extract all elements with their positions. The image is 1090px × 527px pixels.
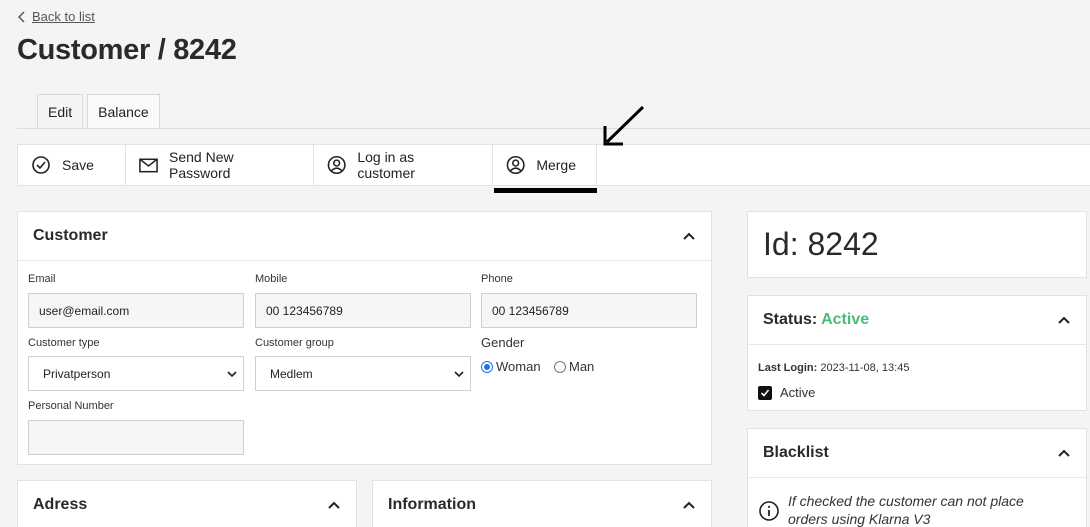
log-in-as-customer-label: Log in as customer [357,149,415,181]
send-new-password-label: Send New Password [169,149,234,181]
user-circle-icon [506,155,525,175]
blacklist-info: If checked the customer can not place or… [758,492,1024,527]
chevron-up-icon[interactable] [327,498,341,512]
page-title: Customer / 8242 [17,34,237,66]
customer-group-label: Customer group [255,337,334,349]
customer-panel-header[interactable]: Customer [18,212,711,261]
information-panel-title: Information [388,496,476,513]
mobile-field[interactable]: 00 123456789 [255,293,471,328]
chevron-down-icon [227,370,237,377]
last-login-row: Last Login: 2023-11-08, 13:45 [758,362,909,374]
envelope-icon [139,158,158,173]
gender-man-label: Man [569,359,595,374]
merge-label: Merge [536,157,576,173]
chevron-up-icon[interactable] [682,229,696,243]
blacklist-panel-header[interactable]: Blacklist [748,429,1086,478]
status-panel-title: Status: Active [763,311,869,329]
address-panel-title: Adress [33,496,88,513]
radio-selected-indicator [481,360,493,373]
customer-type-label: Customer type [28,337,100,349]
blacklist-info-line1: If checked the customer can not place [788,493,1024,509]
radio-unselected-indicator [554,360,566,373]
active-checkbox-label: Active [780,385,816,400]
user-circle-icon [327,155,346,175]
gender-label: Gender [481,335,525,350]
personal-number-field[interactable] [28,420,244,455]
active-checkbox[interactable] [758,385,772,400]
status-value: Active [821,311,870,328]
customer-group-value: Medlem [270,366,313,381]
customer-type-value: Privatperson [43,366,111,381]
chevron-left-icon [18,10,25,23]
annotation-arrow-icon [603,105,645,146]
save-label: Save [62,157,94,173]
gender-man-radio[interactable]: Man [554,359,594,374]
status-panel-header[interactable]: Status: Active [748,296,1086,345]
status-label: Status: [763,311,818,328]
status-panel: Status: Active Last Login: 2023-11-08, 1… [747,295,1087,411]
blacklist-panel-title: Blacklist [763,444,829,461]
back-to-list-label: Back to list [32,9,95,24]
phone-field[interactable]: 00 123456789 [481,293,697,328]
customer-group-select[interactable]: Medlem [255,356,471,391]
email-field[interactable]: user@email.com [28,293,244,328]
blacklist-info-line2: orders using Klarna V3 [788,511,931,527]
last-login-value: 2023-11-08, 13:45 [820,362,910,374]
phone-label: Phone [481,273,513,285]
customer-type-select[interactable]: Privatperson [28,356,244,391]
id-panel: Id: 8242 [747,211,1087,278]
back-to-list-link[interactable]: Back to list [18,9,95,24]
send-new-password-button[interactable]: Send New Password [126,145,314,185]
customer-panel-title: Customer [33,227,108,244]
merge-highlight-underline [494,188,597,193]
address-panel-header[interactable]: Adress [18,481,356,527]
tab-balance[interactable]: Balance [87,94,160,129]
information-panel-header[interactable]: Information [373,481,711,527]
tab-divider [17,128,1090,129]
gender-woman-label: Woman [496,359,541,374]
chevron-up-icon[interactable] [1057,313,1071,327]
blacklist-info-text: If checked the customer can not place or… [788,492,1024,527]
chevron-up-icon[interactable] [682,498,696,512]
address-panel: Adress [17,480,357,527]
merge-button[interactable]: Merge [493,145,597,185]
blacklist-panel: Blacklist If checked the customer can no… [747,428,1087,527]
personal-number-label: Personal Number [28,400,114,412]
email-label: Email [28,273,56,285]
active-checkbox-row[interactable]: Active [758,385,815,400]
tab-edit[interactable]: Edit [37,94,84,129]
action-toolbar: Save Send New Password Log in as custome… [17,144,1090,186]
log-in-as-customer-button[interactable]: Log in as customer [314,145,493,185]
chevron-down-icon [454,370,464,377]
save-button[interactable]: Save [18,145,126,185]
customer-id-display: Id: 8242 [763,226,879,262]
gender-woman-radio[interactable]: Woman [481,359,541,374]
chevron-up-icon[interactable] [1057,446,1071,460]
mobile-label: Mobile [255,273,288,285]
information-panel: Information [372,480,712,527]
info-icon [759,501,779,521]
tab-bar: Edit Balance [37,94,160,129]
customer-panel: Customer Email user@email.com Mobile 00 … [17,211,712,465]
last-login-label: Last Login: [758,362,818,374]
checkmark-icon [760,388,770,397]
check-circle-icon [32,156,50,174]
